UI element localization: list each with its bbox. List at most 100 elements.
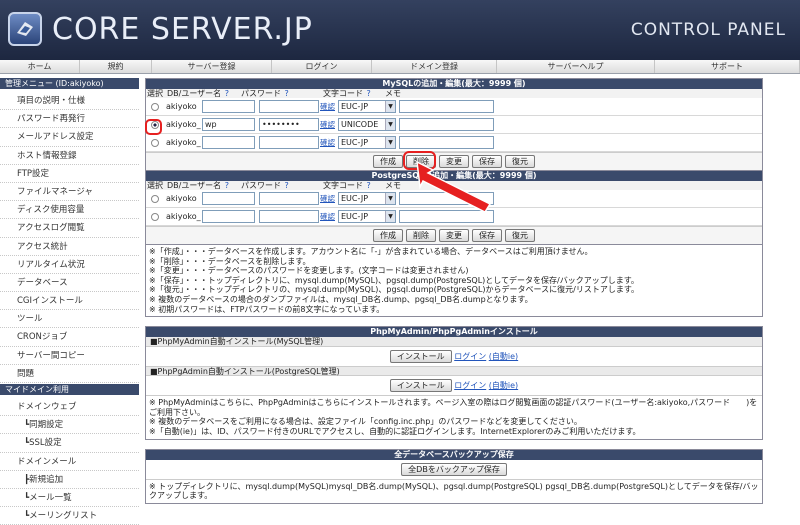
panel-title: CONTROL PANEL [630, 20, 786, 40]
main-content: MySQLの追加・編集(最大：9999 個) 選択 DB/ユーザー名 ? パスワ… [145, 78, 763, 504]
note-line: ※ 初期パスワードは、FTPパスワードの前8文字になっています。 [149, 304, 385, 314]
table-row: akiyoko_ 確認 EUC-JP ▼ [146, 134, 762, 152]
select-radio[interactable] [151, 194, 159, 203]
sidebar-item[interactable]: ┗メール一覧 [0, 489, 139, 508]
sidebar-item[interactable]: ┣新規追加 [0, 471, 139, 489]
sidebar-item[interactable]: ┗メーリングリスト [0, 507, 139, 525]
select-radio[interactable] [151, 212, 159, 221]
memo-input[interactable] [399, 118, 494, 131]
brand-logo-text: CORE SERVER.JP [52, 12, 313, 47]
delete-button[interactable]: 削除 [406, 229, 436, 242]
password-input[interactable]: •••••••• [259, 118, 319, 131]
confirm-link[interactable]: 確認 [320, 193, 338, 204]
logo-icon [8, 12, 42, 46]
db-name-input[interactable] [202, 136, 255, 149]
nav-item[interactable]: 規約 [80, 60, 152, 73]
db-name-input[interactable] [202, 192, 255, 205]
restore-button[interactable]: 復元 [505, 155, 535, 168]
sidebar-item[interactable]: アクセスログ閲覧 [0, 219, 139, 238]
db-name-input[interactable] [202, 100, 255, 113]
charset-select[interactable]: EUC-JP ▼ [338, 192, 396, 205]
select-radio[interactable] [151, 138, 159, 147]
password-input[interactable] [259, 192, 319, 205]
sidebar-item[interactable]: ┗SSL設定 [0, 434, 139, 453]
confirm-link[interactable]: 確認 [320, 119, 338, 130]
phpadmin-section-title: PhpMyAdmin/PhpPgAdminインストール [146, 327, 762, 338]
help-icon[interactable]: ? [224, 181, 229, 190]
nav-item[interactable]: ログイン [272, 60, 372, 73]
save-button[interactable]: 保存 [472, 229, 502, 242]
charset-select[interactable]: UNICODE ▼ [338, 118, 396, 131]
col-memo: メモ [385, 181, 401, 190]
phppgadmin-login-link[interactable]: ログイン [454, 381, 486, 390]
memo-input[interactable] [399, 136, 494, 149]
charset-value: EUC-JP [341, 138, 369, 147]
sidebar-item[interactable]: リアルタイム状況 [0, 256, 139, 274]
password-input[interactable] [259, 210, 319, 223]
charset-value: EUC-JP [341, 102, 369, 111]
charset-value: EUC-JP [341, 194, 369, 203]
confirm-link[interactable]: 確認 [320, 211, 338, 222]
sidebar-item[interactable]: サーバー間コピー [0, 347, 139, 365]
memo-input[interactable] [399, 100, 494, 113]
mysql-section-title: MySQLの追加・編集(最大：9999 個) [146, 79, 762, 89]
backup-note: ※ トップディレクトリに、mysql.dump(MySQL)mysql_DB名.… [146, 478, 762, 503]
backup-all-button[interactable]: 全DBをバックアップ保存 [401, 462, 507, 476]
help-icon[interactable]: ? [284, 181, 289, 190]
password-input[interactable] [259, 136, 319, 149]
sidebar-item[interactable]: ディスク使用容量 [0, 201, 139, 220]
nav-item[interactable]: サポート [655, 60, 800, 73]
nav-item[interactable]: サーバーヘルプ [497, 60, 655, 73]
sidebar-item[interactable]: ドメインウェブ [0, 398, 139, 417]
sidebar-item[interactable]: FTP設定 [0, 165, 139, 183]
phppgadmin-auto-link[interactable]: (自動ie) [489, 381, 518, 390]
restore-button[interactable]: 復元 [505, 229, 535, 242]
chevron-down-icon: ▼ [385, 119, 395, 130]
change-button[interactable]: 変更 [439, 229, 469, 242]
help-icon[interactable]: ? [366, 181, 371, 190]
help-icon[interactable]: ? [284, 89, 289, 98]
confirm-link[interactable]: 確認 [320, 101, 338, 112]
select-radio[interactable] [151, 102, 159, 111]
db-prefix: akiyoko [166, 194, 197, 203]
sidebar-item[interactable]: CGIインストール [0, 292, 139, 311]
nav-item[interactable]: ドメイン登録 [372, 60, 497, 73]
db-prefix: akiyoko_ [166, 120, 201, 129]
charset-select[interactable]: EUC-JP ▼ [338, 100, 396, 113]
password-input[interactable] [259, 100, 319, 113]
chevron-down-icon: ▼ [385, 101, 395, 112]
phpmyadmin-auto-link[interactable]: (自動ie) [489, 352, 518, 361]
sidebar-item[interactable]: メールアドレス設定 [0, 128, 139, 147]
sidebar-item[interactable]: ┗同期設定 [0, 416, 139, 435]
help-icon[interactable]: ? [224, 89, 229, 98]
nav-item[interactable]: ホーム [0, 60, 80, 73]
charset-select[interactable]: EUC-JP ▼ [338, 136, 396, 149]
install-phppgadmin-button[interactable]: インストール [389, 379, 452, 393]
sidebar-item[interactable]: アクセス統計 [0, 238, 139, 256]
help-icon[interactable]: ? [366, 89, 371, 98]
sidebar-item[interactable]: 項目の説明・仕様 [0, 92, 139, 111]
note-line: ※ PhpMyAdminはこちらに、PhpPgAdminはこちらにインストールさ… [149, 398, 758, 417]
charset-select[interactable]: EUC-JP ▼ [338, 210, 396, 223]
col-select: 選択 [147, 89, 163, 98]
red-arrow-icon [416, 160, 492, 213]
db-name-input[interactable]: wp [202, 118, 255, 131]
install-phpmyadmin-button[interactable]: インストール [389, 350, 452, 364]
sidebar-item[interactable]: ホスト情報登録 [0, 147, 139, 165]
sidebar-item[interactable]: ツール [0, 310, 139, 329]
db-name-input[interactable] [202, 210, 255, 223]
header-banner: CORE SERVER.JP CONTROL PANEL [0, 0, 800, 60]
phpmyadmin-login-link[interactable]: ログイン [454, 352, 486, 361]
nav-item[interactable]: サーバー登録 [152, 60, 272, 73]
confirm-link[interactable]: 確認 [320, 137, 338, 148]
create-button[interactable]: 作成 [373, 229, 403, 242]
col-memo: メモ [385, 89, 401, 98]
sidebar-item[interactable]: パスワード再発行 [0, 110, 139, 129]
sidebar-item[interactable]: データベース [0, 274, 139, 293]
sidebar-item[interactable]: ファイルマネージャ [0, 183, 139, 202]
sidebar-item[interactable]: ドメインメール [0, 453, 139, 471]
sidebar-item[interactable]: CRONジョブ [0, 328, 139, 347]
phpmyadmin-label: ■PhpMyAdmin自動インストール(MySQL管理) [146, 337, 762, 348]
create-button[interactable]: 作成 [373, 155, 403, 168]
sidebar-item[interactable]: 問題 [0, 365, 139, 383]
